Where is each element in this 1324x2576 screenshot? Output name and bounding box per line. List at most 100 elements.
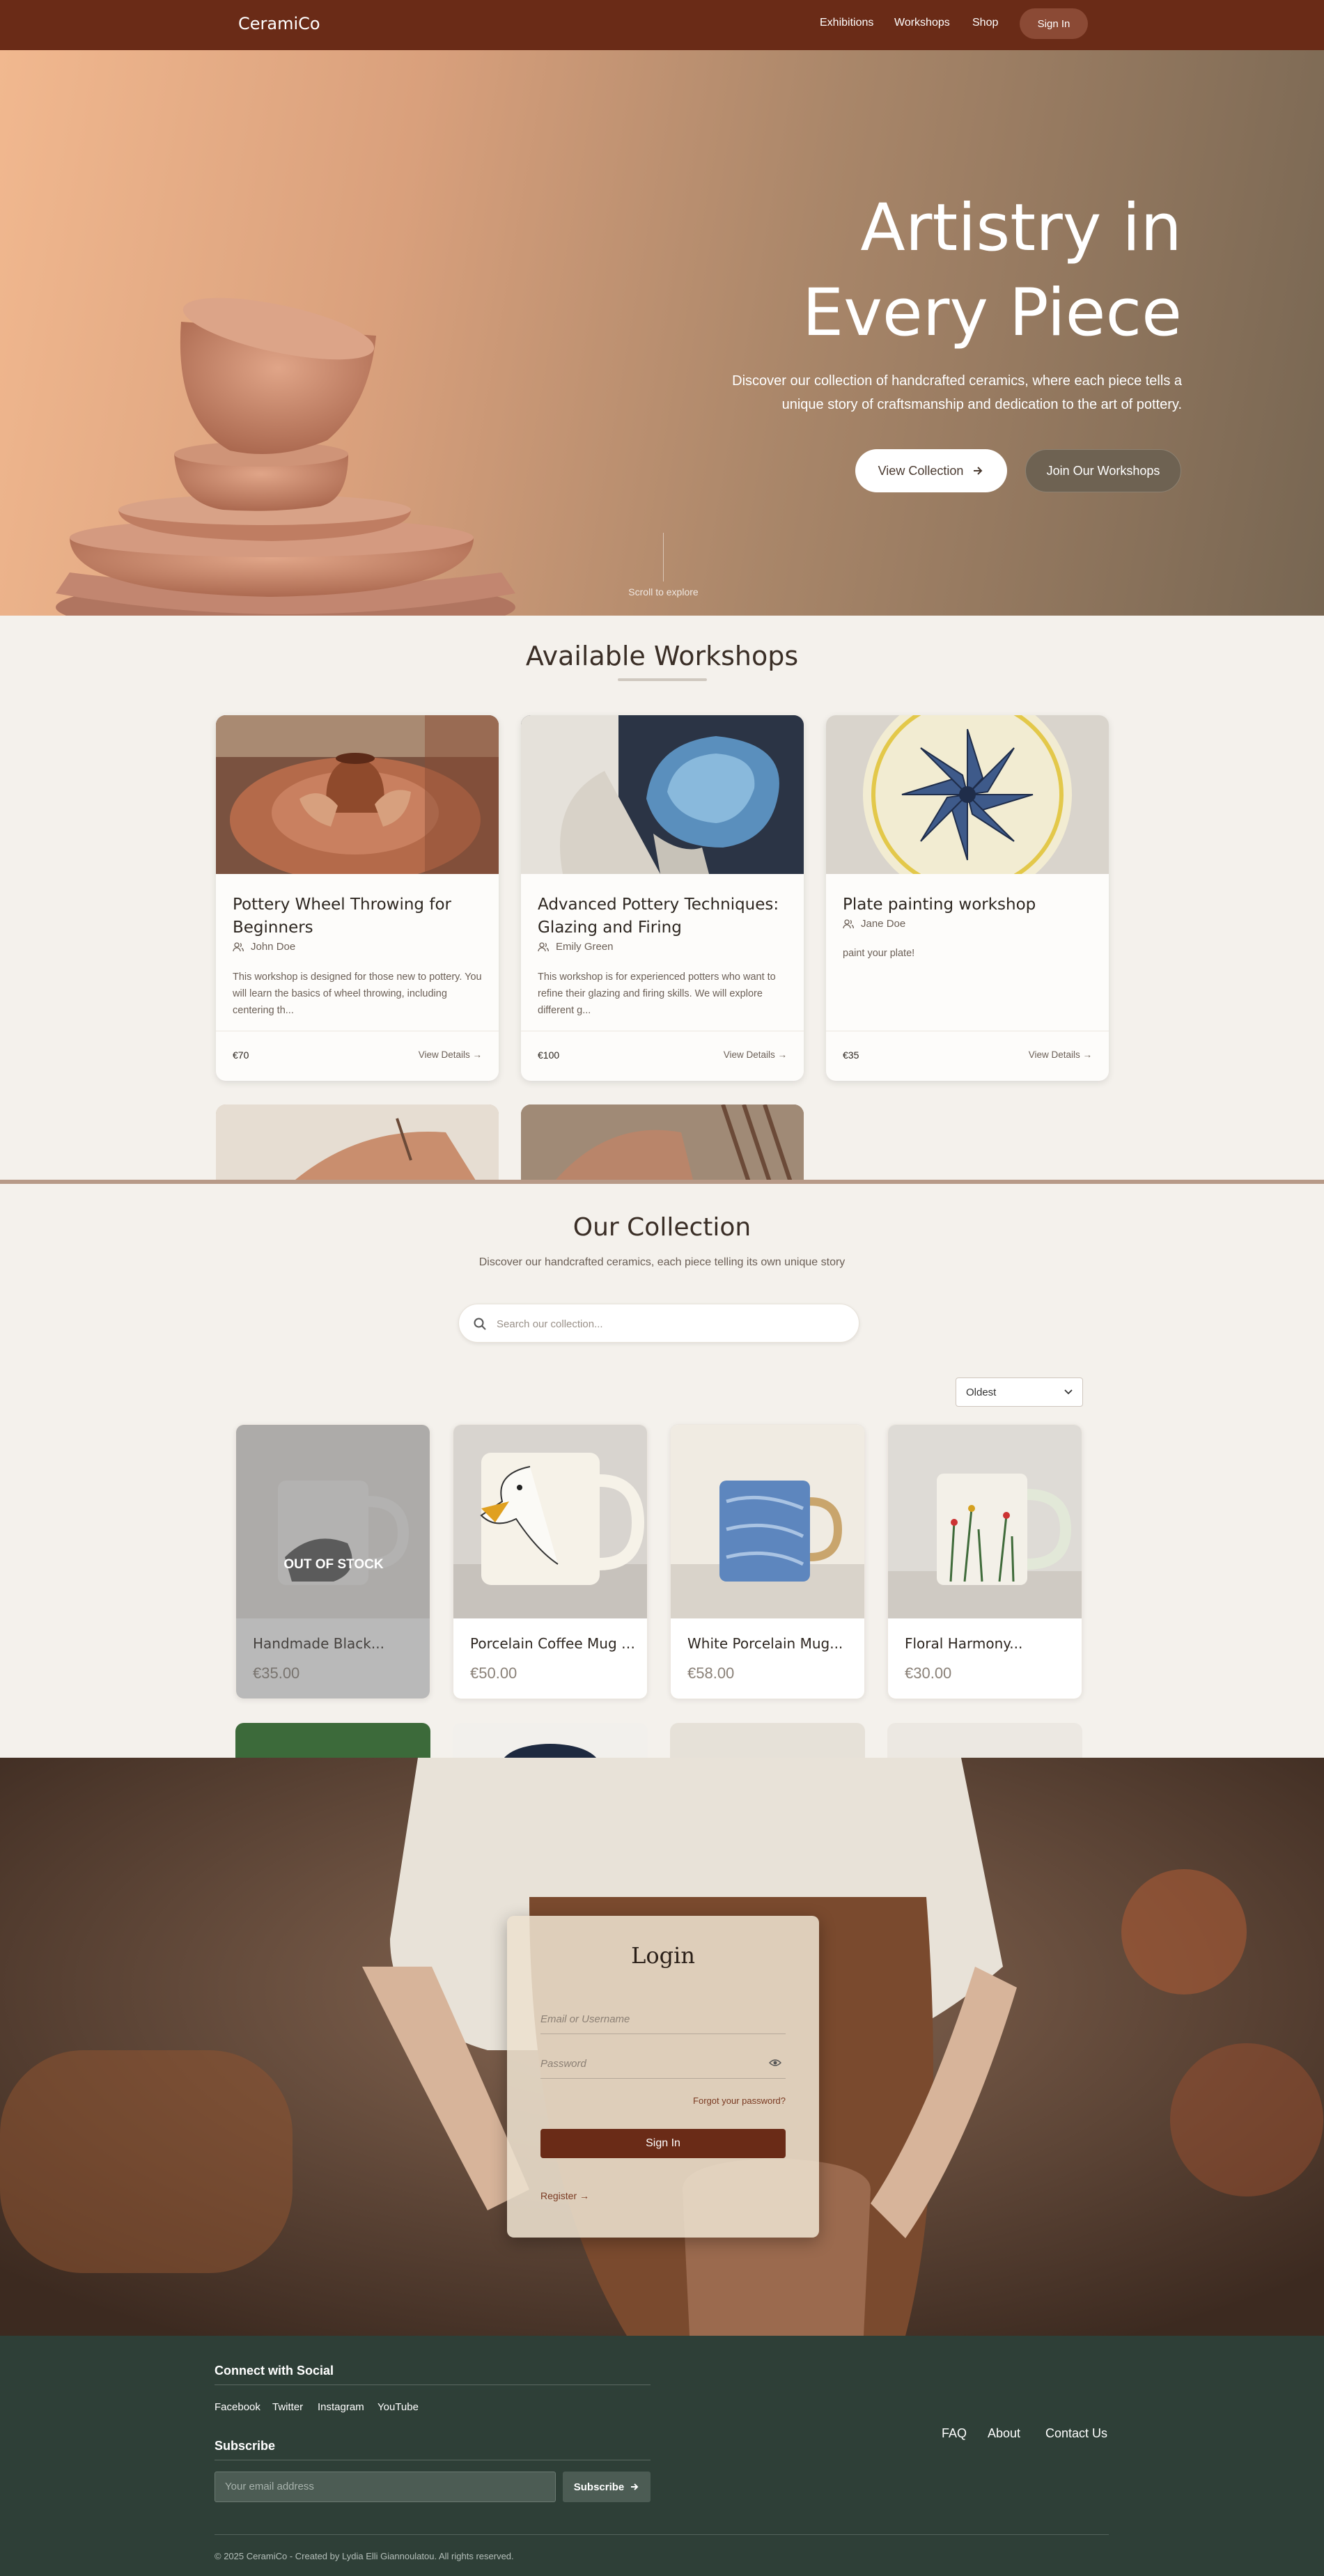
workshop-image-glazing [521, 715, 804, 874]
workshop-description: This workshop is for experienced potters… [538, 971, 776, 1016]
hero-section: Artistry in Every Piece Discover our col… [0, 50, 1324, 616]
product-image-blue-mug [671, 1425, 864, 1618]
login-section: Login Forgot your password? Sign In Regi… [0, 1758, 1324, 2336]
copyright-text: © 2025 CeramiCo - Created by Lydia Elli … [215, 2551, 514, 2561]
stacked-bowls-image [56, 297, 515, 616]
workshop-instructor: Jane Doe [843, 918, 905, 930]
product-price: €50.00 [470, 1664, 517, 1682]
view-details-link[interactable]: View Details → [419, 1049, 482, 1060]
users-icon [233, 942, 244, 951]
product-card[interactable]: Floral Harmony... €30.00 [887, 1424, 1082, 1699]
workshop-image-hands [216, 1104, 499, 1180]
footer-link-about[interactable]: About [988, 2426, 1020, 2441]
workshop-instructor: John Doe [233, 941, 295, 953]
sort-selected-value: Oldest [966, 1386, 997, 1398]
product-image-partial [504, 1744, 596, 1758]
social-link-twitter[interactable]: Twitter [272, 2401, 303, 2413]
scroll-hint[interactable]: Scroll to explore [613, 586, 714, 598]
title-underline [618, 678, 707, 681]
newsletter-email-field[interactable] [215, 2472, 556, 2502]
workshop-card[interactable]: Plate painting workshop Jane Doe paint y… [826, 715, 1109, 1081]
email-input[interactable] [540, 2013, 763, 2025]
login-submit-button[interactable]: Sign In [540, 2129, 786, 2158]
workshop-description: paint your plate! [843, 948, 915, 959]
workshop-title: Plate painting workshop [843, 896, 1036, 914]
workshop-price: €70 [233, 1049, 249, 1061]
password-field[interactable] [540, 2050, 786, 2079]
workshop-price: €100 [538, 1049, 560, 1061]
product-image-duck-mug [453, 1425, 647, 1618]
footer-divider [215, 2534, 1109, 2535]
workshop-price: €35 [843, 1049, 859, 1061]
workshop-card-partial[interactable] [521, 1104, 804, 1180]
subscribe-button[interactable]: Subscribe [563, 2472, 651, 2502]
scroll-indicator-line [663, 533, 664, 581]
product-card-partial[interactable] [887, 1723, 1082, 1758]
product-image-floral-mug [888, 1425, 1082, 1618]
collection-title: Our Collection [573, 1213, 751, 1242]
hero-subtitle: Discover our collection of handcrafted c… [732, 373, 1182, 412]
view-details-link[interactable]: View Details → [1029, 1049, 1092, 1060]
chevron-down-icon [1064, 1389, 1073, 1395]
workshop-instructor: Emily Green [538, 941, 614, 953]
workshop-image-tools [521, 1104, 804, 1180]
product-price: €30.00 [905, 1664, 952, 1682]
workshop-image-plate [826, 715, 1109, 874]
register-link[interactable]: Register → [540, 2190, 589, 2201]
social-heading: Connect with Social [215, 2364, 334, 2378]
social-link-youtube[interactable]: YouTube [377, 2401, 419, 2413]
subscribe-heading: Subscribe [215, 2439, 276, 2453]
workshop-description: This workshop is designed for those new … [233, 971, 482, 1016]
product-card-partial[interactable] [453, 1723, 648, 1758]
login-card: Login Forgot your password? Sign In Regi… [507, 1916, 819, 2238]
workshop-card[interactable]: Advanced Pottery Techniques: Glazing and… [521, 715, 804, 1081]
product-card[interactable]: Handmade Black... €35.00 OUT OF STOCK [235, 1424, 430, 1699]
workshop-title: Pottery Wheel Throwing for Beginners [233, 896, 451, 937]
social-link-instagram[interactable]: Instagram [318, 2401, 364, 2413]
newsletter-email-input[interactable] [225, 2481, 545, 2492]
footer-link-faq[interactable]: FAQ [942, 2426, 967, 2441]
sort-select[interactable]: Oldest [956, 1377, 1083, 1407]
product-name: White Porcelain Mug... [687, 1635, 843, 1652]
nav-signin-button[interactable]: Sign In [1020, 8, 1088, 39]
footer-rule [215, 2384, 651, 2385]
product-price: €58.00 [687, 1664, 735, 1682]
nav-link-workshops[interactable]: Workshops [894, 17, 950, 29]
workshop-image-wheel [216, 715, 499, 874]
login-title: Login [631, 1942, 695, 1969]
users-icon [843, 919, 854, 928]
email-field[interactable] [540, 2005, 786, 2034]
collection-subtitle: Discover our handcrafted ceramics, each … [478, 1256, 846, 1268]
workshops-section: Available Workshops Pottery Wheel Throwi… [0, 616, 1324, 1180]
arrow-right-icon [631, 2483, 639, 2490]
product-name: Floral Harmony... [905, 1635, 1023, 1652]
workshop-card-partial[interactable] [216, 1104, 499, 1180]
view-details-link[interactable]: View Details → [724, 1049, 787, 1060]
hero-title: Artistry in Every Piece [802, 190, 1182, 351]
social-link-facebook[interactable]: Facebook [215, 2401, 260, 2413]
workshop-card[interactable]: Pottery Wheel Throwing for Beginners Joh… [216, 715, 499, 1081]
top-navbar: CeramiCo Exhibitions Workshops Shop Sign… [0, 0, 1324, 50]
workshop-title: Advanced Pottery Techniques: Glazing and… [538, 896, 779, 937]
users-icon [538, 942, 549, 951]
arrow-right-icon [974, 467, 983, 475]
view-collection-button[interactable]: View Collection [855, 449, 1007, 492]
nav-link-shop[interactable]: Shop [972, 17, 998, 29]
product-card[interactable]: Porcelain Coffee Mug i... €50.00 [453, 1424, 648, 1699]
brand-logo[interactable]: CeramiCo [238, 14, 320, 33]
search-input[interactable] [497, 1313, 845, 1335]
product-card-partial[interactable] [235, 1723, 430, 1758]
product-card-partial[interactable] [670, 1723, 865, 1758]
password-input[interactable] [540, 2058, 763, 2070]
nav-link-exhibitions[interactable]: Exhibitions [820, 17, 873, 29]
product-card[interactable]: White Porcelain Mug... €58.00 [670, 1424, 865, 1699]
product-name: Porcelain Coffee Mug i... [470, 1635, 637, 1652]
footer-link-contact[interactable]: Contact Us [1045, 2426, 1107, 2441]
collection-search[interactable] [458, 1304, 859, 1343]
workshops-title: Available Workshops [525, 641, 799, 671]
eye-icon[interactable] [769, 2058, 781, 2068]
search-icon [474, 1318, 486, 1330]
join-workshops-button[interactable]: Join Our Workshops [1025, 449, 1181, 492]
forgot-password-link[interactable]: Forgot your password? [693, 2095, 786, 2106]
collection-section: Our Collection Discover our handcrafted … [0, 1180, 1324, 1758]
